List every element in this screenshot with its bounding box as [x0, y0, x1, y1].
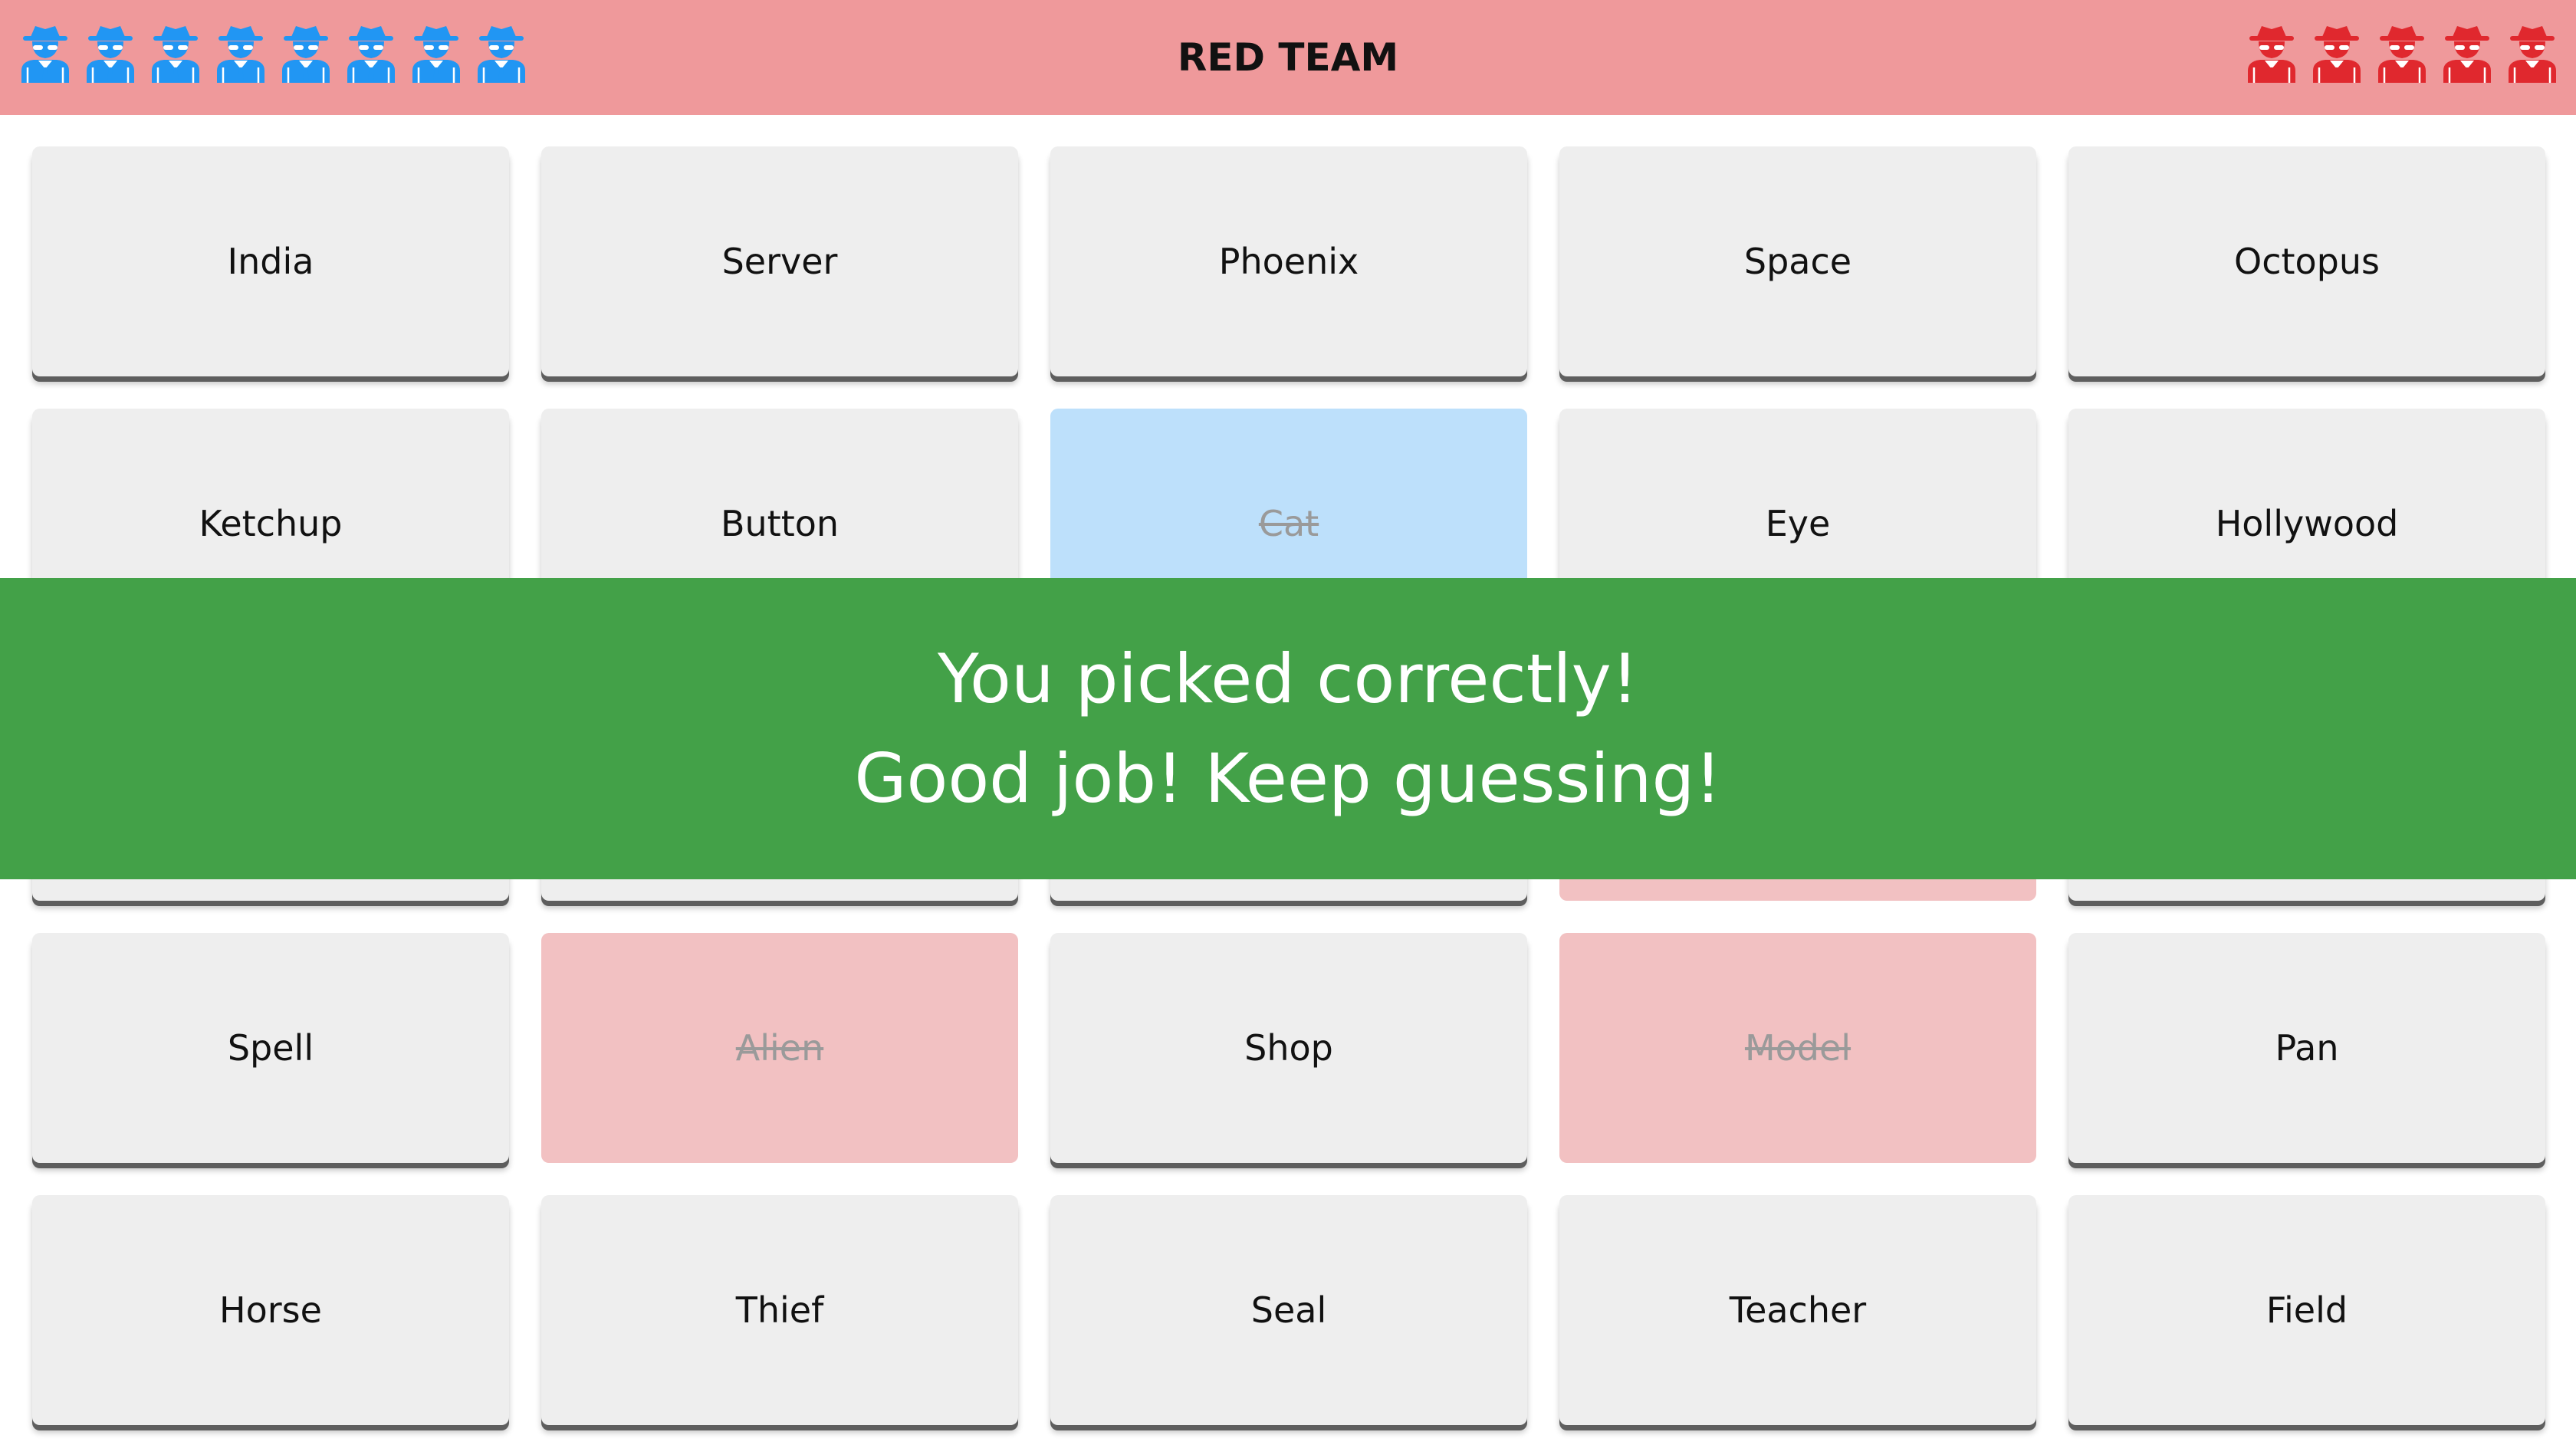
word-card[interactable]: Horse: [32, 1195, 509, 1425]
word-card[interactable]: Phoenix: [1050, 146, 1527, 376]
banner-line-2: Good job! Keep guessing!: [854, 738, 1722, 818]
word-card[interactable]: Server: [541, 146, 1018, 376]
card-word: Seal: [1250, 1289, 1327, 1331]
word-card[interactable]: Shop: [1050, 933, 1527, 1163]
card-word: Space: [1743, 241, 1852, 282]
card-word: Button: [720, 503, 840, 544]
word-card[interactable]: Octopus: [2068, 146, 2545, 376]
red-agents-remaining: [2246, 23, 2558, 83]
current-team-title: RED TEAM: [1177, 35, 1399, 80]
card-word: Phoenix: [1218, 241, 1359, 282]
card-word: India: [227, 241, 314, 282]
spy-agent-icon: [2378, 26, 2426, 83]
word-card: Alien: [541, 933, 1018, 1163]
card-word: Ketchup: [199, 503, 343, 544]
word-card: Model: [1559, 933, 2036, 1163]
word-card[interactable]: Field: [2068, 1195, 2545, 1425]
team-header: RED TEAM: [0, 0, 2576, 115]
banner-line-1: You picked correctly!: [937, 639, 1639, 718]
card-word: Model: [1744, 1027, 1852, 1069]
card-word: Spell: [227, 1027, 314, 1069]
card-word: Field: [2266, 1289, 2348, 1331]
spy-agent-icon: [2509, 26, 2556, 83]
word-card[interactable]: Pan: [2068, 933, 2545, 1163]
card-word: Teacher: [1729, 1289, 1867, 1331]
word-card[interactable]: Thief: [541, 1195, 1018, 1425]
feedback-banner: You picked correctly! Good job! Keep gue…: [0, 578, 2576, 879]
word-card[interactable]: Teacher: [1559, 1195, 2036, 1425]
spy-agent-icon: [2313, 26, 2361, 83]
word-card[interactable]: Seal: [1050, 1195, 1527, 1425]
card-word: Alien: [735, 1027, 824, 1069]
card-word: Server: [721, 241, 838, 282]
card-word: Horse: [219, 1289, 322, 1331]
word-card[interactable]: Spell: [32, 933, 509, 1163]
card-word: Eye: [1765, 503, 1831, 544]
card-word: Shop: [1244, 1027, 1333, 1069]
spy-agent-icon: [2443, 26, 2491, 83]
card-word: Thief: [735, 1289, 824, 1331]
word-card[interactable]: India: [32, 146, 509, 376]
card-word: Hollywood: [2215, 503, 2399, 544]
spy-agent-icon: [2248, 26, 2295, 83]
card-word: Pan: [2275, 1027, 2339, 1069]
card-word: Cat: [1258, 503, 1319, 544]
card-word: Octopus: [2234, 241, 2380, 282]
word-card[interactable]: Space: [1559, 146, 2036, 376]
